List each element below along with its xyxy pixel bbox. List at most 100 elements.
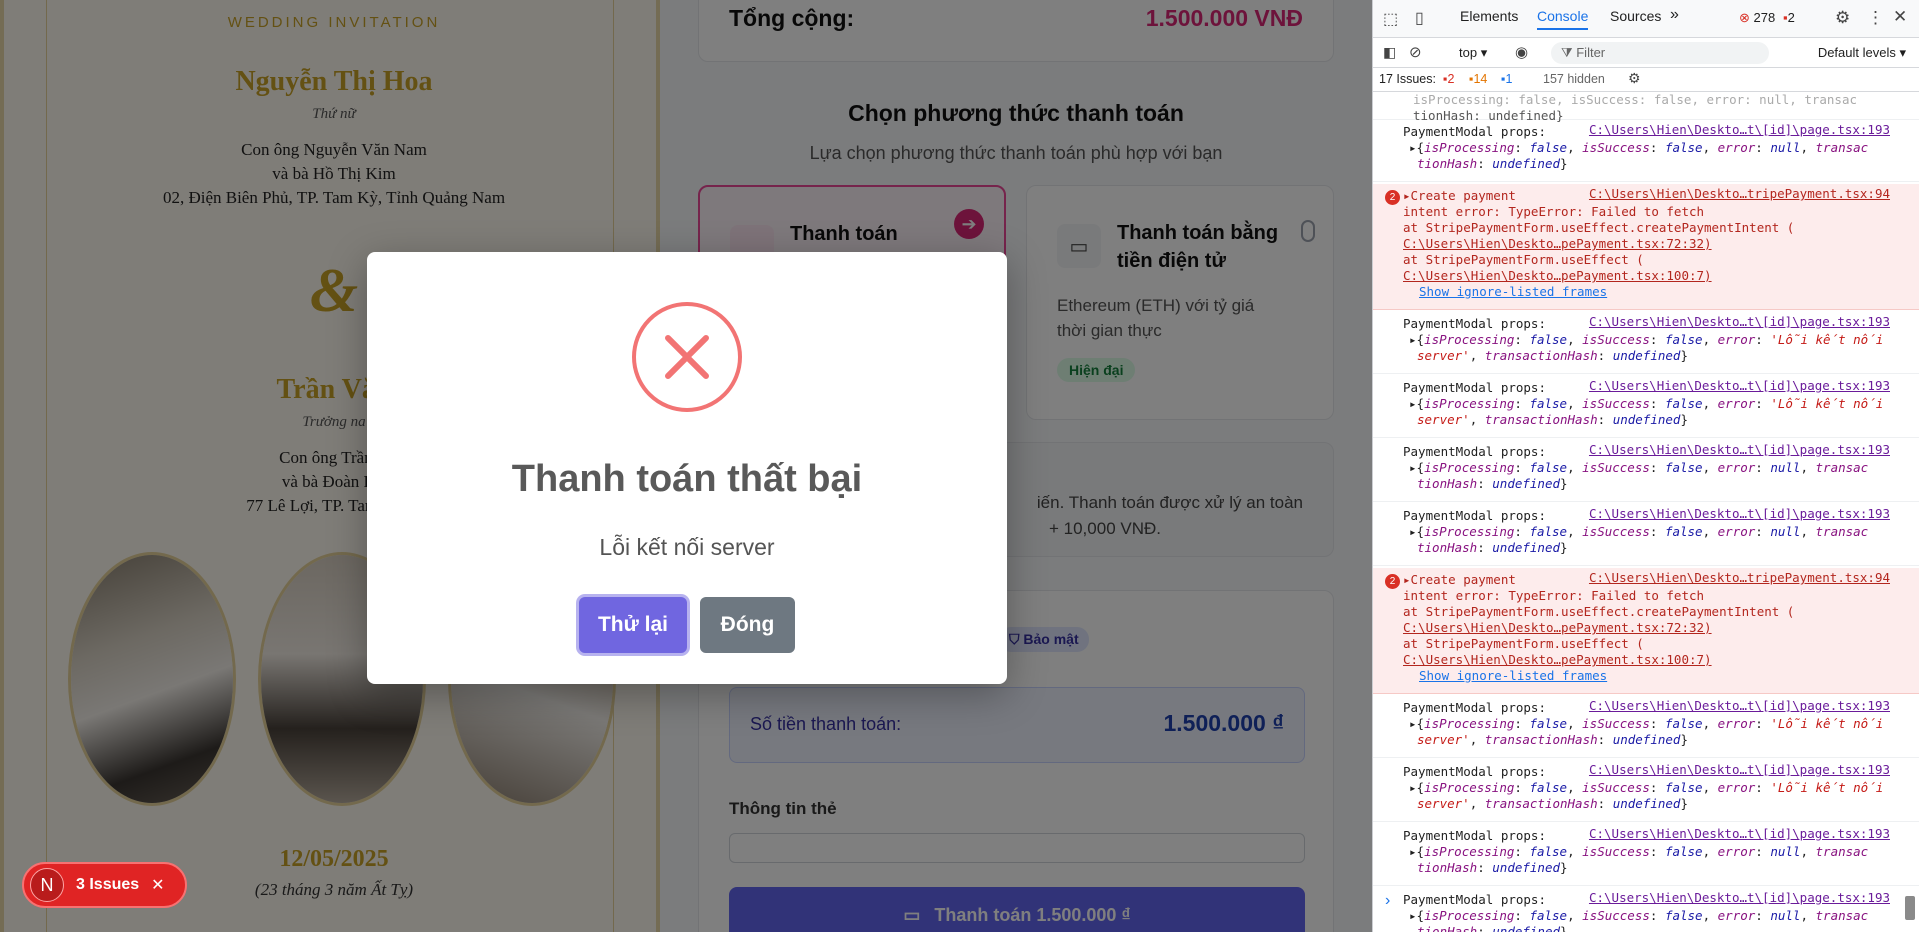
log-line-2: ▸{isProcessing: false, isSuccess: false,… [1409, 844, 1869, 859]
log-label: PaymentModal props: [1403, 508, 1546, 523]
log-label: PaymentModal props: [1403, 380, 1546, 395]
console-log-entry[interactable]: PaymentModal props: ▸{isProcessing: false… [1373, 376, 1919, 438]
log-line-3: at StripePaymentForm.useEffect.createPay… [1403, 220, 1795, 235]
fragment-line1: isProcessing: false, isSuccess: false, e… [1413, 92, 1858, 107]
log-levels-label: Default levels [1817, 45, 1896, 60]
issues-label: 17 Issues: [1379, 72, 1436, 86]
more-tabs-icon[interactable]: » [1670, 6, 1679, 24]
log-label: ▸Create payment [1403, 188, 1516, 203]
log-source-link[interactable]: C:\Users\Hien\Deskto…t\[id]\page.tsx:193 [1589, 122, 1890, 138]
console-error-entry[interactable]: 2 ▸Create payment intent error: TypeError:… [1373, 568, 1919, 694]
log-source-link[interactable]: C:\Users\Hien\Deskto…t\[id]\page.tsx:193 [1589, 762, 1890, 778]
close-devtools-icon[interactable]: ✕ [1893, 7, 1907, 27]
warning-count[interactable]: ▪2 [1783, 10, 1795, 25]
issues-count-label: 3 Issues [76, 876, 140, 893]
console-messages: isProcessing: false, isSuccess: false, e… [1373, 92, 1919, 932]
device-toolbar-icon[interactable]: ▯ [1415, 8, 1424, 28]
error-count-value: 278 [1753, 10, 1776, 25]
log-line-3: tionHash: undefined} [1417, 476, 1568, 491]
nextjs-issues-toast[interactable]: N 3 Issues ✕ [22, 862, 187, 908]
log-levels-dropdown[interactable]: Default levels ▾ [1818, 45, 1906, 61]
log-source-link[interactable]: C:\Users\Hien\Deskto…t\[id]\page.tsx:193 [1589, 506, 1890, 522]
error-count[interactable]: ⊗ 278 [1739, 10, 1775, 26]
console-log-entry[interactable]: PaymentModal props: ▸{isProcessing: false… [1373, 504, 1919, 566]
issues-bar[interactable]: 17 Issues: ▪2 ▪14 ▪1 157 hidden ⚙ [1373, 68, 1919, 92]
log-line-3: tionHash: undefined} [1417, 156, 1568, 171]
error-count-badge: 2 [1385, 190, 1400, 205]
console-log-entry[interactable]: PaymentModal props: ▸{isProcessing: false… [1373, 696, 1919, 758]
log-line-2: intent error: TypeError: Failed to fetch [1403, 588, 1705, 603]
issues-info-value: 1 [1505, 72, 1513, 86]
log-source-link[interactable]: C:\Users\Hien\Deskto…t\[id]\page.tsx:193 [1589, 698, 1890, 714]
console-log-entry[interactable]: PaymentModal props: ▸{isProcessing: false… [1373, 440, 1919, 502]
settings-gear-icon[interactable]: ⚙ [1835, 8, 1850, 28]
close-modal-button[interactable]: Đóng [700, 597, 795, 653]
log-label: ▸Create payment [1403, 572, 1516, 587]
console-filter-input[interactable]: ⧩ Filter [1551, 42, 1769, 64]
warning-count-value: 2 [1787, 10, 1795, 25]
log-line-3: at StripePaymentForm.useEffect.createPay… [1403, 604, 1795, 619]
tab-console[interactable]: Console [1537, 8, 1589, 30]
close-icon[interactable]: ✕ [151, 875, 164, 895]
console-toolbar: ◧ ⊘ top ▾ ◉ ⧩ Filter Default levels ▾ [1373, 38, 1919, 68]
context-selector[interactable]: top ▾ [1459, 45, 1487, 61]
log-label: PaymentModal props: [1403, 828, 1546, 843]
console-prompt[interactable]: › [1373, 892, 1919, 916]
show-ignore-listed-frames-link[interactable]: Show ignore-listed frames [1419, 284, 1607, 300]
log-label: PaymentModal props: [1403, 444, 1546, 459]
sidebar-toggle-icon[interactable]: ◧ [1383, 44, 1396, 61]
console-log-entry[interactable]: PaymentModal props: ▸{isProcessing: false… [1373, 760, 1919, 822]
issues-info-count: ▪1 [1501, 72, 1513, 86]
log-line-5: at StripePaymentForm.useEffect ( [1403, 636, 1644, 651]
inspect-element-icon[interactable]: ⬚ [1383, 9, 1398, 29]
context-label: top [1459, 45, 1478, 60]
log-line-2: ▸{isProcessing: false, isSuccess: false,… [1409, 780, 1884, 795]
issues-error-value: 2 [1447, 72, 1455, 86]
log-source-link[interactable]: C:\Users\Hien\Deskto…t\[id]\page.tsx:193 [1589, 826, 1890, 842]
log-source-link[interactable]: C:\Users\Hien\Deskto…t\[id]\page.tsx:193 [1589, 378, 1890, 394]
log-line-3: tionHash: undefined} [1417, 924, 1568, 932]
issues-warning-value: 14 [1473, 72, 1488, 86]
console-message-fragment: isProcessing: false, isSuccess: false, e… [1373, 92, 1919, 123]
log-label: PaymentModal props: [1403, 316, 1546, 331]
retry-button[interactable]: Thử lại [579, 597, 687, 653]
devtools-toolbar: ⬚ ▯ Elements Console Sources » ⊗ 278 ▪2 … [1373, 0, 1919, 38]
log-line-2: ▸{isProcessing: false, isSuccess: false,… [1409, 524, 1869, 539]
log-line-4[interactable]: C:\Users\Hien\Deskto…pePayment.tsx:72:32… [1403, 620, 1712, 636]
log-line-3: tionHash: undefined} [1417, 540, 1568, 555]
console-settings-icon[interactable]: ⚙ [1628, 70, 1641, 87]
console-error-entry[interactable]: 2 ▸Create payment intent error: TypeError:… [1373, 184, 1919, 310]
hidden-count: 157 hidden [1543, 72, 1605, 86]
log-source-link[interactable]: C:\Users\Hien\Deskto…t\[id]\page.tsx:193 [1589, 314, 1890, 330]
clear-console-icon[interactable]: ⊘ [1409, 43, 1422, 61]
log-line-6[interactable]: C:\Users\Hien\Deskto…pePayment.tsx:100:7… [1403, 652, 1712, 668]
scrollbar-thumb[interactable] [1905, 896, 1915, 920]
more-options-icon[interactable]: ⋮ [1867, 8, 1884, 28]
error-count-badge: 2 [1385, 574, 1400, 589]
log-line-2: ▸{isProcessing: false, isSuccess: false,… [1409, 140, 1869, 155]
log-source-link[interactable]: C:\Users\Hien\Deskto…tripePayment.tsx:94 [1589, 570, 1890, 586]
log-line-3: tionHash: undefined} [1417, 860, 1568, 875]
devtools-panel: ⬚ ▯ Elements Console Sources » ⊗ 278 ▪2 … [1372, 0, 1919, 932]
filter-placeholder: Filter [1576, 45, 1606, 60]
show-ignore-listed-frames-link[interactable]: Show ignore-listed frames [1419, 668, 1607, 684]
log-line-4[interactable]: C:\Users\Hien\Deskto…pePayment.tsx:72:32… [1403, 236, 1712, 252]
modal-message: Lỗi kết nối server [599, 534, 775, 560]
log-line-6[interactable]: C:\Users\Hien\Deskto…pePayment.tsx:100:7… [1403, 268, 1712, 284]
tab-elements[interactable]: Elements [1460, 8, 1518, 24]
console-log-entry[interactable]: PaymentModal props: ▸{isProcessing: false… [1373, 312, 1919, 374]
log-source-link[interactable]: C:\Users\Hien\Deskto…t\[id]\page.tsx:193 [1589, 442, 1890, 458]
tab-sources[interactable]: Sources [1610, 8, 1661, 24]
log-source-link[interactable]: C:\Users\Hien\Deskto…tripePayment.tsx:94 [1589, 186, 1890, 202]
console-log-entry[interactable]: PaymentModal props: ▸{isProcessing: false… [1373, 824, 1919, 886]
log-line-2: ▸{isProcessing: false, isSuccess: false,… [1409, 396, 1884, 411]
error-icon: ⊗ [1739, 10, 1750, 25]
live-expression-eye-icon[interactable]: ◉ [1515, 43, 1528, 61]
console-scrollbar[interactable] [1905, 96, 1915, 926]
issues-error-count: ▪2 [1443, 72, 1455, 86]
log-line-2: ▸{isProcessing: false, isSuccess: false,… [1409, 460, 1869, 475]
console-log-entry[interactable]: PaymentModal props: ▸{isProcessing: false… [1373, 120, 1919, 182]
log-line-2: ▸{isProcessing: false, isSuccess: false,… [1409, 716, 1884, 731]
log-line-3: server', transactionHash: undefined} [1417, 732, 1688, 747]
log-label: PaymentModal props: [1403, 700, 1546, 715]
